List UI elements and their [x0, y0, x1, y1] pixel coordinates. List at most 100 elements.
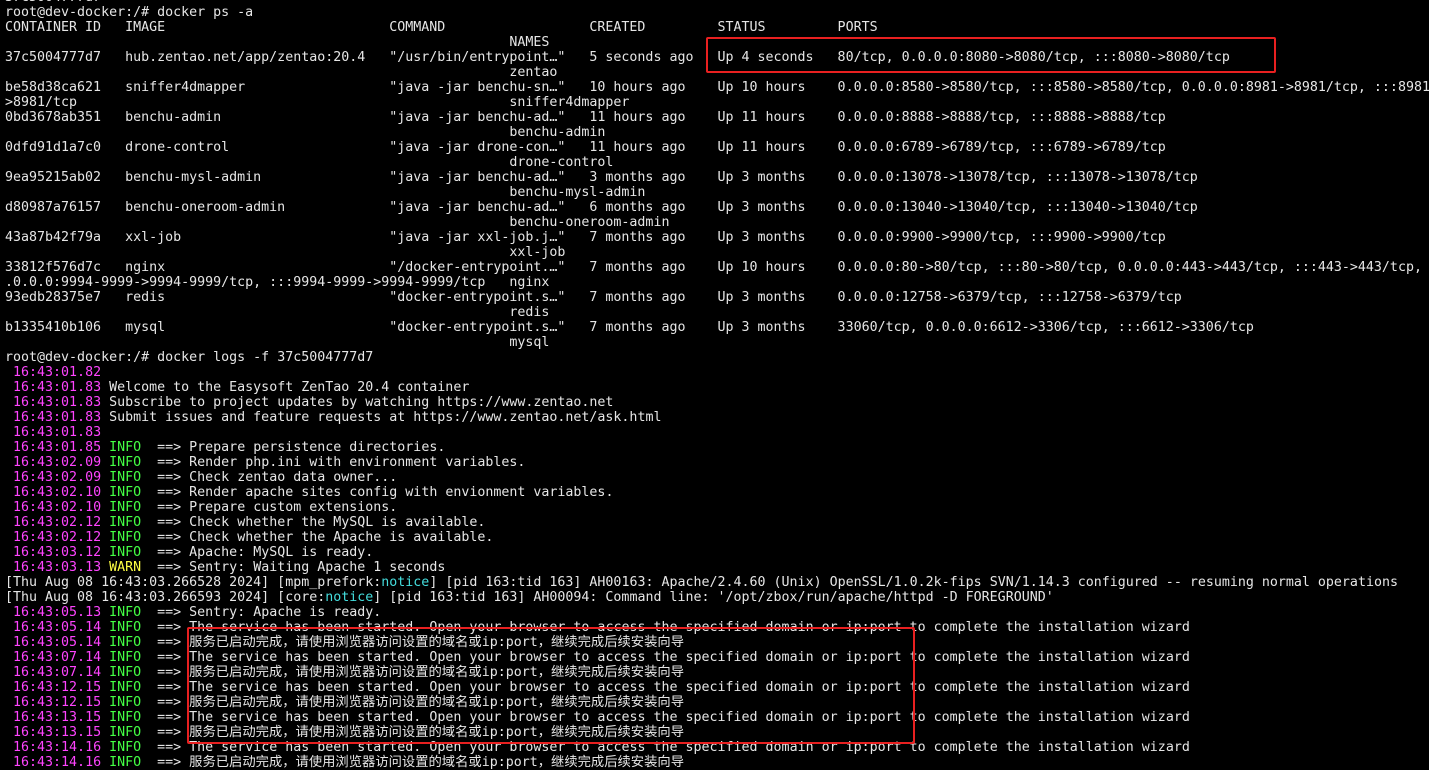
- table-row: 9ea95215ab02 benchu-mysl-admin "java -ja…: [5, 170, 1429, 185]
- log-line: 16:43:05.13 INFO ==> Sentry: Apache is r…: [5, 605, 1429, 620]
- log-timestamp: 16:43:07.14: [13, 650, 102, 665]
- log-level: INFO: [109, 740, 142, 755]
- log-message: ==> Check zentao data owner...: [141, 470, 398, 485]
- log-level: INFO: [109, 620, 142, 635]
- log-level: INFO: [109, 680, 142, 695]
- log-line: 16:43:02.12 INFO ==> Check whether the A…: [5, 530, 1429, 545]
- log-line: 16:43:02.10 INFO ==> Render apache sites…: [5, 485, 1429, 500]
- table-row: b1335410b106 mysql "docker-entrypoint.s……: [5, 320, 1429, 335]
- log-timestamp: 16:43:05.14: [13, 620, 102, 635]
- log-line: 16:43:01.85 INFO ==> Prepare persistence…: [5, 440, 1429, 455]
- log-line: [Thu Aug 08 16:43:03.266528 2024] [mpm_p…: [5, 575, 1429, 590]
- log-message: ==> 服务已启动完成，请使用浏览器访问设置的域名或ip:port，继续完成后续…: [141, 755, 684, 770]
- table-row: 33812f576d7c nginx "/docker-entrypoint.……: [5, 260, 1429, 275]
- log-message: ==> Render apache sites config with envi…: [141, 485, 614, 500]
- log-line: 16:43:05.14 INFO ==> The service has bee…: [5, 620, 1429, 635]
- log-timestamp: 16:43:12.15: [13, 695, 102, 710]
- log-timestamp: 16:43:02.10: [13, 485, 102, 500]
- log-line: 16:43:03.12 INFO ==> Apache: MySQL is re…: [5, 545, 1429, 560]
- log-message: ==> Check whether the MySQL is available…: [141, 515, 486, 530]
- log-level: INFO: [109, 485, 142, 500]
- log-timestamp: 16:43:02.10: [13, 500, 102, 515]
- log-timestamp: 16:43:01.85: [13, 440, 102, 455]
- log-message: ==> 服务已启动完成，请使用浏览器访问设置的域名或ip:port，继续完成后续…: [141, 695, 684, 710]
- log-line: 16:43:02.09 INFO ==> Check zentao data o…: [5, 470, 1429, 485]
- log-message: ==> Check whether the Apache is availabl…: [141, 530, 494, 545]
- log-text: ] [pid 163:tid 163] AH00163: Apache/2.4.…: [429, 575, 1398, 590]
- log-message: Subscribe to project updates by watching…: [101, 395, 614, 410]
- log-line: 16:43:07.14 INFO ==> 服务已启动完成，请使用浏览器访问设置的…: [5, 665, 1429, 680]
- log-level: INFO: [109, 500, 142, 515]
- log-level: INFO: [109, 665, 142, 680]
- log-message: Welcome to the Easysoft ZenTao 20.4 cont…: [101, 380, 470, 395]
- log-message: ==> 服务已启动完成，请使用浏览器访问设置的域名或ip:port，继续完成后续…: [141, 725, 684, 740]
- command: docker logs -f 37c5004777d7: [157, 350, 374, 365]
- docker-ps-table: CONTAINER ID IMAGE COMMAND CREATED STATU…: [5, 20, 1429, 350]
- log-message: ==> The service has been started. Open y…: [141, 650, 1190, 665]
- log-message: ==> Render php.ini with environment vari…: [141, 455, 526, 470]
- log-line: 16:43:05.14 INFO ==> 服务已启动完成，请使用浏览器访问设置的…: [5, 635, 1429, 650]
- table-row: 43a87b42f79a xxl-job "java -jar xxl-job.…: [5, 230, 1429, 245]
- log-level: INFO: [109, 545, 142, 560]
- log-message: ==> The service has been started. Open y…: [141, 740, 1190, 755]
- table-row: .0.0.0:9994-9999->9994-9999/tcp, :::9994…: [5, 275, 550, 290]
- log-line: [Thu Aug 08 16:43:03.266593 2024] [core:…: [5, 590, 1429, 605]
- log-line: 16:43:14.16 INFO ==> The service has bee…: [5, 740, 1429, 755]
- log-timestamp: 16:43:13.15: [13, 710, 102, 725]
- table-header: CONTAINER ID IMAGE COMMAND CREATED STATU…: [5, 20, 1429, 35]
- table-row: benchu-oneroom-admin: [5, 215, 670, 230]
- log-timestamp: 16:43:05.13: [13, 605, 102, 620]
- log-line: 16:43:01.83: [5, 425, 1429, 440]
- log-line: 16:43:02.09 INFO ==> Render php.ini with…: [5, 455, 1429, 470]
- table-row: zentao: [5, 65, 558, 80]
- log-level: INFO: [109, 725, 142, 740]
- table-row: >8981/tcp sniffer4dmapper: [5, 95, 630, 110]
- log-line: 16:43:02.12 INFO ==> Check whether the M…: [5, 515, 1429, 530]
- table-row: benchu-mysl-admin: [5, 185, 646, 200]
- log-timestamp: 16:43:05.14: [13, 635, 102, 650]
- log-line: 16:43:03.13 WARN ==> Sentry: Waiting Apa…: [5, 560, 1429, 575]
- log-line: 16:43:01.82: [5, 365, 1429, 380]
- log-level: INFO: [109, 650, 142, 665]
- table-row: mysql: [5, 335, 550, 350]
- prompt-line-logs: root@dev-docker:/# docker logs -f 37c500…: [5, 350, 1429, 365]
- docker-logs-output: 16:43:01.82 16:43:01.83 Welcome to the E…: [5, 365, 1429, 770]
- log-line: 16:43:01.83 Welcome to the Easysoft ZenT…: [5, 380, 1429, 395]
- table-row: 93edb28375e7 redis "docker-entrypoint.s……: [5, 290, 1429, 305]
- log-text: [Thu Aug 08 16:43:03.266528 2024] [mpm_p…: [5, 575, 382, 590]
- terminal-output: 37c5004777d7 root@dev-docker:/# docker p…: [5, 0, 1429, 770]
- log-timestamp: 16:43:02.09: [13, 470, 102, 485]
- log-text: ] [pid 163:tid 163] AH00094: Command lin…: [373, 590, 1054, 605]
- log-level-notice: notice: [325, 590, 374, 605]
- log-timestamp: 16:43:01.83: [13, 410, 102, 425]
- log-message: ==> The service has been started. Open y…: [141, 680, 1190, 695]
- log-line: 16:43:01.83 Submit issues and feature re…: [5, 410, 1429, 425]
- terminal-window[interactable]: 37c5004777d7 root@dev-docker:/# docker p…: [0, 0, 1429, 770]
- log-timestamp: 16:43:13.15: [13, 725, 102, 740]
- log-level: INFO: [109, 530, 142, 545]
- table-row: 0bd3678ab351 benchu-admin "java -jar ben…: [5, 110, 1429, 125]
- log-timestamp: 16:43:01.82: [13, 365, 102, 380]
- log-line: 16:43:01.83 Subscribe to project updates…: [5, 395, 1429, 410]
- table-header: NAMES: [5, 35, 550, 50]
- log-level: WARN: [109, 560, 142, 575]
- log-timestamp: 16:43:07.14: [13, 665, 102, 680]
- table-row: redis: [5, 305, 550, 320]
- log-message: ==> Prepare custom extensions.: [141, 500, 398, 515]
- table-row: 0dfd91d1a7c0 drone-control "java -jar dr…: [5, 140, 1429, 155]
- table-row: benchu-admin: [5, 125, 606, 140]
- log-timestamp: 16:43:12.15: [13, 680, 102, 695]
- prompt: root@dev-docker:/#: [5, 350, 158, 365]
- log-level: INFO: [109, 455, 142, 470]
- log-text: [Thu Aug 08 16:43:03.266593 2024] [core:: [5, 590, 326, 605]
- log-level: INFO: [109, 515, 142, 530]
- log-message: ==> Prepare persistence directories.: [141, 440, 446, 455]
- log-message: ==> The service has been started. Open y…: [141, 620, 1190, 635]
- prompt-line-ps: root@dev-docker:/# docker ps -a: [5, 5, 1429, 20]
- log-timestamp: 16:43:02.12: [13, 530, 102, 545]
- log-timestamp: 16:43:14.16: [13, 755, 102, 770]
- log-message: Submit issues and feature requests at ht…: [101, 410, 662, 425]
- log-line: 16:43:13.15 INFO ==> 服务已启动完成，请使用浏览器访问设置的…: [5, 725, 1429, 740]
- table-row: 37c5004777d7 hub.zentao.net/app/zentao:2…: [5, 50, 1429, 65]
- log-level: INFO: [109, 470, 142, 485]
